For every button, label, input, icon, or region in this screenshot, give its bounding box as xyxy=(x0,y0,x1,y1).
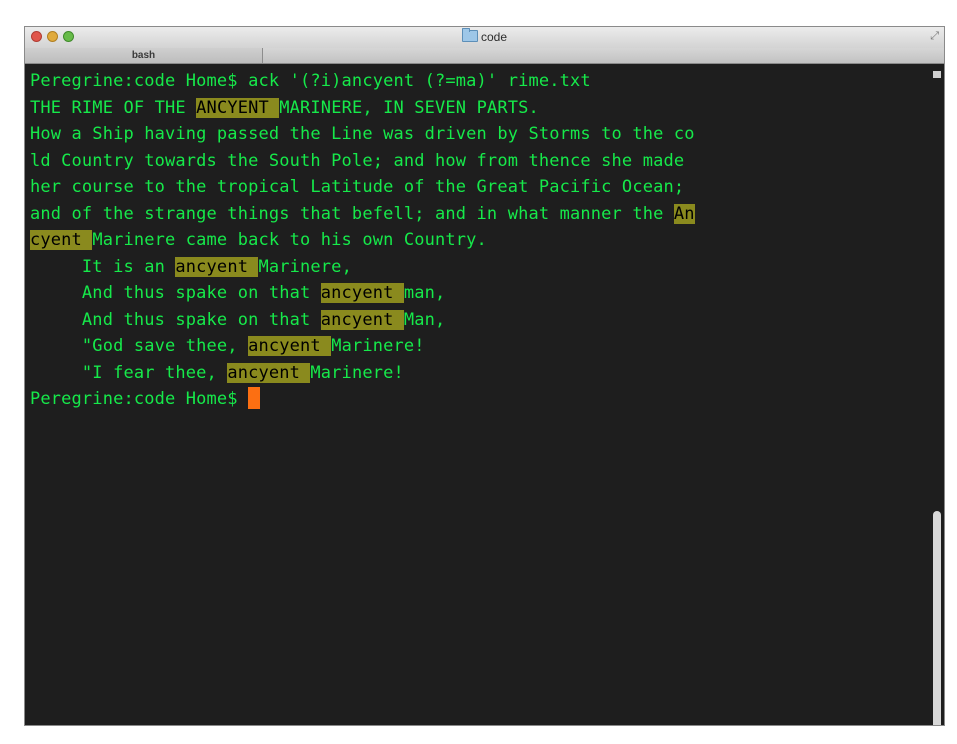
terminal-text: Peregrine:code Home$ ack '(?i)ancyent (?… xyxy=(30,71,591,91)
terminal-text: How a Ship having passed the Line was dr… xyxy=(30,124,695,144)
match-highlight: ancyent xyxy=(320,283,404,303)
terminal-text: MARINERE, IN SEVEN PARTS. xyxy=(279,97,539,118)
terminal-text: "God save thee, xyxy=(30,336,249,356)
match-highlight: cyent xyxy=(30,230,93,250)
terminal-line: It is an ancyent Marinere, xyxy=(30,254,930,281)
match-highlight: An xyxy=(673,203,695,224)
scrollbar-thumb[interactable] xyxy=(933,511,941,725)
scrollbar[interactable] xyxy=(930,64,944,725)
terminal-text: ld Country towards the South Pole; and h… xyxy=(30,150,685,171)
terminal-text: Marinere, xyxy=(258,256,352,277)
title-bar[interactable]: code ⤢ xyxy=(25,27,944,49)
terminal-line: "God save thee, ancyent Marinere! xyxy=(30,333,930,360)
terminal-line: her course to the tropical Latitude of t… xyxy=(30,174,930,201)
match-highlight: ANCYENT xyxy=(196,97,280,118)
terminal-text: And thus spake on that xyxy=(30,283,321,303)
terminal-line: and of the strange things that befell; a… xyxy=(30,201,930,228)
match-highlight: ancyent xyxy=(320,309,404,330)
terminal-text: And thus spake on that xyxy=(30,309,321,330)
terminal-line: cyent Marinere came back to his own Coun… xyxy=(30,227,930,254)
terminal-text: "I fear thee, xyxy=(30,362,228,383)
match-highlight: ancyent xyxy=(227,362,311,383)
terminal-text: THE RIME OF THE xyxy=(30,97,197,118)
terminal-text: Peregrine:code Home$ xyxy=(30,389,249,409)
window-title: code xyxy=(480,30,508,44)
tab-bash[interactable]: bash xyxy=(25,48,263,63)
match-highlight: ancyent xyxy=(175,256,259,277)
fullscreen-icon[interactable]: ⤢ xyxy=(930,30,939,43)
terminal-text: man, xyxy=(403,283,446,303)
terminal-text: Marinere came back to his own Country. xyxy=(92,230,487,250)
terminal-window: code ⤢ bash Peregrine:code Home$ ack '(?… xyxy=(24,26,945,726)
terminal-line: How a Ship having passed the Line was dr… xyxy=(30,121,930,148)
terminal-text: and of the strange things that befell; a… xyxy=(30,203,674,224)
scroll-split-button[interactable] xyxy=(933,71,941,78)
terminal-text: her course to the tropical Latitude of t… xyxy=(30,177,685,197)
terminal-line: And thus spake on that ancyent Man, xyxy=(30,307,930,334)
terminal-line: Peregrine:code Home$ ack '(?i)ancyent (?… xyxy=(30,68,930,95)
terminal-line: Peregrine:code Home$ xyxy=(30,386,930,413)
terminal-line: "I fear thee, ancyent Marinere! xyxy=(30,360,930,387)
terminal-line: ld Country towards the South Pole; and h… xyxy=(30,148,930,175)
window-title-group: code xyxy=(25,28,944,45)
folder-icon xyxy=(461,28,478,42)
terminal-line: THE RIME OF THE ANCYENT MARINERE, IN SEV… xyxy=(30,95,930,122)
terminal-text: Marinere! xyxy=(331,336,425,356)
match-highlight: ancyent xyxy=(248,336,332,356)
terminal-line: And thus spake on that ancyent man, xyxy=(30,280,930,307)
tab-bar: bash xyxy=(25,48,944,64)
terminal-text: Man, xyxy=(403,309,446,330)
terminal-output[interactable]: Peregrine:code Home$ ack '(?i)ancyent (?… xyxy=(25,64,930,725)
terminal-text: It is an xyxy=(30,256,176,277)
cursor xyxy=(248,387,261,409)
terminal-text: Marinere! xyxy=(310,362,404,383)
